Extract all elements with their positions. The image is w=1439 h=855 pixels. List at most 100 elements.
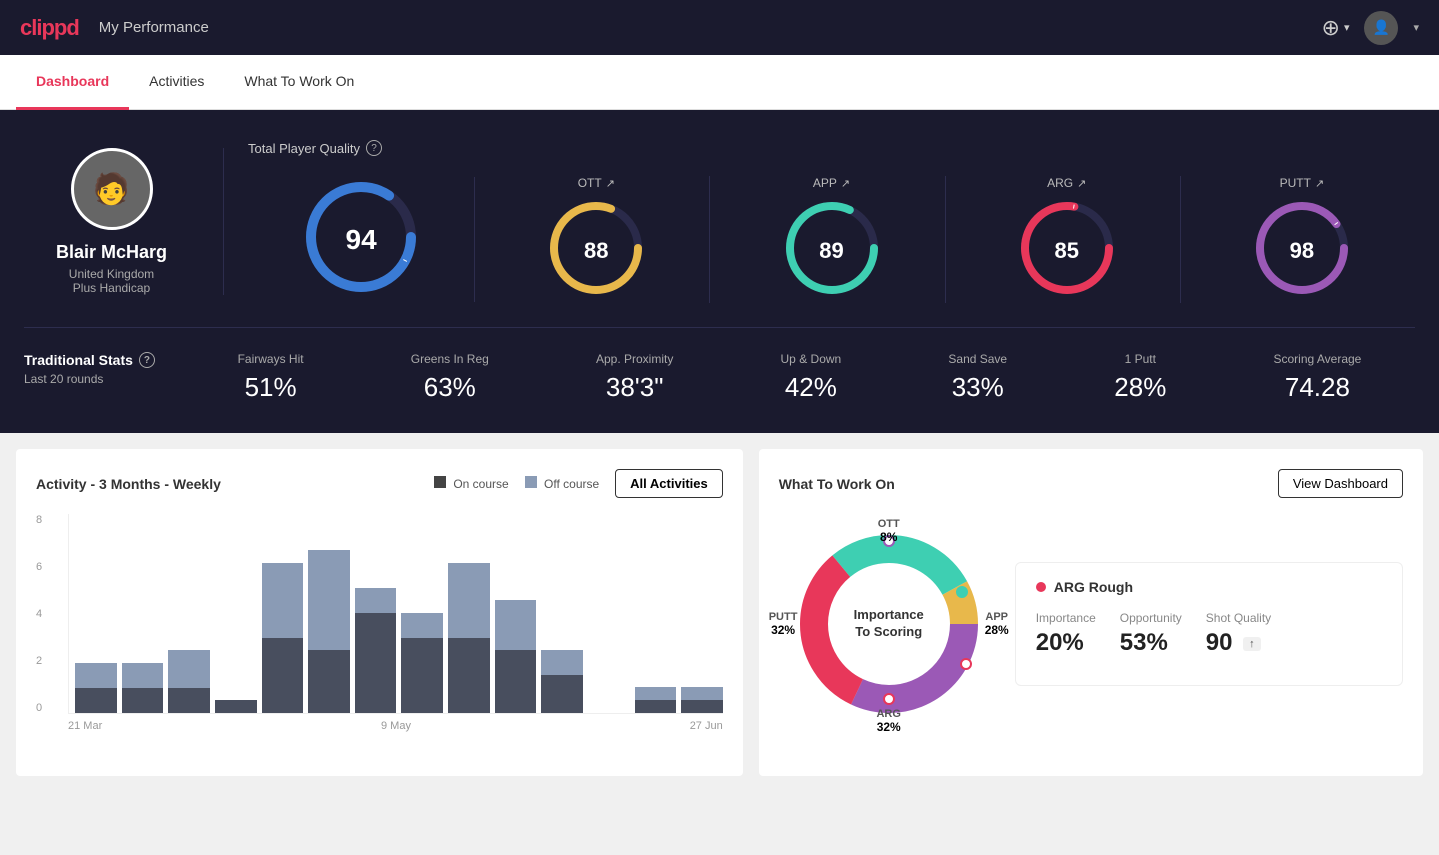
app-gauge: APP ↗ 89: [718, 176, 945, 303]
bar-group: [541, 650, 583, 713]
stat-app-prox-label: App. Proximity: [596, 352, 673, 366]
putt-segment-label: PUTT 32%: [769, 611, 798, 637]
wtwo-panel-header: What To Work On View Dashboard: [779, 469, 1403, 498]
stat-one-putt-value: 28%: [1114, 372, 1166, 403]
stat-fairways-hit: Fairways Hit 51%: [238, 352, 304, 403]
app-gauge-wrap: 89: [782, 198, 882, 303]
activity-panel-controls: On course Off course All Activities: [434, 469, 723, 498]
stat-app-proximity: App. Proximity 38'3": [596, 352, 673, 403]
ott-gauge-wrap: 88: [546, 198, 646, 303]
app-header: clippd My Performance ⊕ ▾ 👤 ▾: [0, 0, 1439, 55]
activity-chart-title: Activity - 3 Months - Weekly: [36, 476, 221, 492]
bar-group: [215, 700, 257, 713]
ott-segment-label: OTT 8%: [878, 518, 900, 544]
plus-circle-icon: ⊕: [1322, 15, 1340, 41]
x-axis-labels: 21 Mar 9 May 27 Jun: [68, 714, 723, 732]
total-quality-value: 94: [346, 224, 377, 256]
on-course-bar: [448, 638, 490, 713]
logo-text: clippd: [20, 15, 79, 41]
bar-group: [262, 563, 304, 713]
add-button[interactable]: ⊕ ▾: [1322, 15, 1350, 41]
app-segment-label: APP 28%: [985, 611, 1009, 637]
avatar: 🧑: [71, 148, 153, 230]
bar-group: [401, 613, 443, 713]
arg-gauge: ARG ↗ 85: [954, 176, 1181, 303]
stat-greens-in-reg: Greens In Reg 63%: [411, 352, 489, 403]
arg-segment-label: ARG 32%: [876, 708, 900, 734]
on-course-bar: [355, 613, 397, 713]
putt-value: 98: [1290, 238, 1314, 264]
putt-gauge-wrap: 98: [1252, 198, 1352, 303]
player-country: United Kingdom: [69, 267, 154, 281]
off-course-bar: [495, 600, 537, 650]
stat-greens-value: 63%: [424, 372, 476, 403]
tab-activities[interactable]: Activities: [129, 55, 224, 110]
putt-arrow-icon: ↗: [1315, 177, 1324, 190]
stat-items: Fairways Hit 51% Greens In Reg 63% App. …: [184, 352, 1415, 403]
on-course-bar: [215, 700, 257, 713]
header-title: My Performance: [99, 19, 209, 36]
user-avatar[interactable]: 👤: [1364, 11, 1398, 45]
stat-sand-save: Sand Save 33%: [948, 352, 1007, 403]
ott-value: 88: [584, 238, 608, 264]
bar-group: [448, 563, 490, 713]
stat-scoring-avg-label: Scoring Average: [1274, 352, 1362, 366]
stat-fairways-hit-label: Fairways Hit: [238, 352, 304, 366]
stat-app-prox-value: 38'3": [606, 372, 664, 403]
off-course-bar: [355, 588, 397, 613]
off-course-bar: [308, 550, 350, 650]
stat-scoring-avg-value: 74.28: [1285, 372, 1350, 403]
trad-stats-label: Traditional Stats ? Last 20 rounds: [24, 352, 184, 386]
activity-panel-header: Activity - 3 Months - Weekly On course O…: [36, 469, 723, 498]
on-course-bar: [262, 638, 304, 713]
arg-card-title: ARG Rough: [1036, 579, 1382, 595]
activity-panel: Activity - 3 Months - Weekly On course O…: [16, 449, 743, 776]
arg-label: ARG ↗: [1047, 176, 1086, 190]
stat-sand-save-value: 33%: [952, 372, 1004, 403]
trad-stats-title: Traditional Stats ?: [24, 352, 184, 368]
trad-help-icon[interactable]: ?: [139, 352, 155, 368]
arg-stats: Importance 20% Opportunity 53% Shot Qual…: [1036, 611, 1382, 657]
all-activities-button[interactable]: All Activities: [615, 469, 723, 498]
off-course-bar: [168, 650, 210, 688]
bottom-section: Activity - 3 Months - Weekly On course O…: [0, 433, 1439, 792]
bar-group: [75, 663, 117, 713]
shot-quality-value: 90 ↑: [1206, 629, 1271, 657]
on-course-bar: [495, 650, 537, 713]
bar-group: [122, 663, 164, 713]
off-course-bar: [635, 687, 677, 700]
chart-legend: On course Off course: [434, 476, 599, 491]
bar-group: [355, 588, 397, 713]
putt-label: PUTT ↗: [1280, 176, 1325, 190]
view-dashboard-button[interactable]: View Dashboard: [1278, 469, 1403, 498]
off-course-bar: [541, 650, 583, 675]
on-course-bar: [401, 638, 443, 713]
player-handicap: Plus Handicap: [73, 281, 150, 295]
arg-arrow-icon: ↗: [1077, 177, 1086, 190]
ott-label: OTT ↗: [578, 176, 615, 190]
tab-dashboard[interactable]: Dashboard: [16, 55, 129, 110]
app-value: 89: [819, 238, 843, 264]
arg-value: 85: [1054, 238, 1078, 264]
chart-container: 0 2 4 6 8 21 Mar 9 May 27 Jun: [36, 514, 723, 756]
help-icon[interactable]: ?: [366, 140, 382, 156]
stats-row: Traditional Stats ? Last 20 rounds Fairw…: [24, 327, 1415, 403]
shot-quality-badge: ↑: [1243, 637, 1261, 651]
metrics-row: 94 OTT ↗ 88: [248, 176, 1415, 303]
quality-section: Total Player Quality ? 94: [224, 140, 1415, 303]
arg-opportunity: Opportunity 53%: [1120, 611, 1182, 657]
putt-gauge: PUTT ↗ 98: [1189, 176, 1415, 303]
stat-up-down-label: Up & Down: [781, 352, 842, 366]
arg-importance: Importance 20%: [1036, 611, 1096, 657]
x-label-mar: 21 Mar: [68, 720, 102, 732]
importance-value: 20%: [1036, 629, 1096, 657]
tab-what-to-work-on[interactable]: What To Work On: [224, 55, 374, 110]
bar-group: [495, 600, 537, 713]
wtwo-content: ImportanceTo Scoring OTT 8% APP 28% ARG …: [779, 514, 1403, 734]
player-info: 🧑 Blair McHarg United Kingdom Plus Handi…: [24, 148, 224, 295]
opportunity-label: Opportunity: [1120, 611, 1182, 625]
x-label-may: 9 May: [381, 720, 411, 732]
on-course-bar: [75, 688, 117, 713]
y-axis: 0 2 4 6 8: [36, 514, 42, 714]
off-course-bar: [448, 563, 490, 638]
